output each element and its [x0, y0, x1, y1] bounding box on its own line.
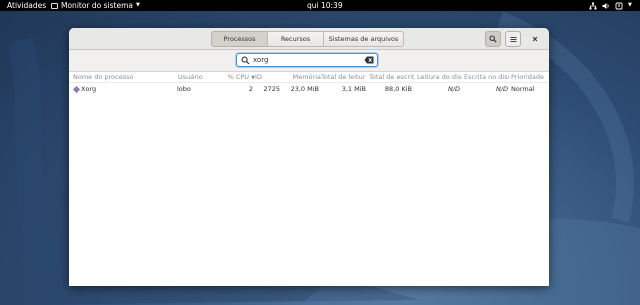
cell-user: lobo: [177, 85, 191, 93]
cell-disk-write: N/D: [495, 85, 508, 93]
xorg-process-icon: [73, 86, 80, 93]
column-header-cpu-label: % CPU: [227, 73, 250, 81]
cell-disk-write-total: 88,0 KiB: [384, 85, 412, 93]
column-header-memory[interactable]: Memória: [283, 72, 321, 83]
tab-file-systems[interactable]: Sistemas de arquivos: [323, 31, 404, 47]
column-header-process-name[interactable]: Nome do processo: [73, 72, 173, 83]
view-switcher: Processos Recursos Sistemas de arquivos: [211, 31, 404, 47]
table-header: Nome do processo Usuário % CPU ▼ ID Memó…: [69, 72, 549, 83]
cell-cpu: 2: [248, 85, 253, 93]
network-icon: [589, 2, 597, 9]
cell-priority: Normal: [511, 85, 535, 93]
cell-process-name: Xorg: [81, 85, 97, 93]
volume-icon: [602, 2, 609, 9]
cell-disk-read: N/D: [447, 85, 460, 93]
top-bar: Atividades Monitor do sistema ▼ qui 10:3…: [0, 0, 640, 11]
column-header-priority[interactable]: Prioridade: [511, 72, 549, 83]
cell-disk-read-total: 3,1 MiB: [341, 85, 366, 93]
chevron-down-icon: ▼: [628, 2, 632, 8]
close-icon: [532, 36, 538, 42]
column-header-disk-write[interactable]: Escrita no disc: [464, 72, 509, 83]
search-query: xorg: [253, 56, 269, 64]
cell-id: 2725: [263, 85, 280, 93]
activities-button[interactable]: Atividades: [7, 0, 46, 11]
menu-icon: [510, 36, 516, 42]
app-menu-button[interactable]: Monitor do sistema ▼: [51, 0, 140, 11]
column-header-cpu[interactable]: % CPU ▼: [221, 72, 255, 83]
table-row[interactable]: Xorg lobo 2 2725 23,0 MiB 3,1 MiB 88,0 K…: [69, 84, 549, 95]
menu-button[interactable]: [505, 31, 521, 47]
app-menu-label: Monitor do sistema: [61, 1, 133, 10]
tab-resources[interactable]: Recursos: [267, 31, 324, 47]
header-bar: Processos Recursos Sistemas de arquivos: [69, 28, 549, 50]
column-header-disk-write-total[interactable]: Total de escrit: [369, 72, 415, 83]
power-icon: [615, 2, 623, 9]
system-tray[interactable]: ▼: [589, 0, 632, 11]
search-icon: [489, 35, 497, 43]
search-toggle-button[interactable]: [485, 31, 501, 47]
cell-memory: 23,0 MiB: [290, 85, 319, 93]
clock[interactable]: qui 10:39: [307, 0, 343, 11]
column-header-user[interactable]: Usuário: [178, 72, 218, 83]
tab-processes[interactable]: Processos: [211, 31, 268, 47]
system-monitor-window: Processos Recursos Sistemas de arquivos: [69, 28, 549, 286]
search-bar: xorg: [69, 50, 549, 72]
chevron-down-icon: ▼: [135, 2, 140, 8]
close-button[interactable]: [529, 33, 541, 45]
column-header-id[interactable]: ID: [255, 72, 281, 83]
search-icon: [241, 56, 250, 65]
search-input[interactable]: xorg: [236, 53, 378, 67]
column-header-disk-read-total[interactable]: Total de leitur: [321, 72, 366, 83]
clear-text-icon[interactable]: [364, 56, 374, 64]
system-monitor-icon: [51, 2, 58, 9]
column-header-disk-read[interactable]: Leitura do disc: [417, 72, 462, 83]
